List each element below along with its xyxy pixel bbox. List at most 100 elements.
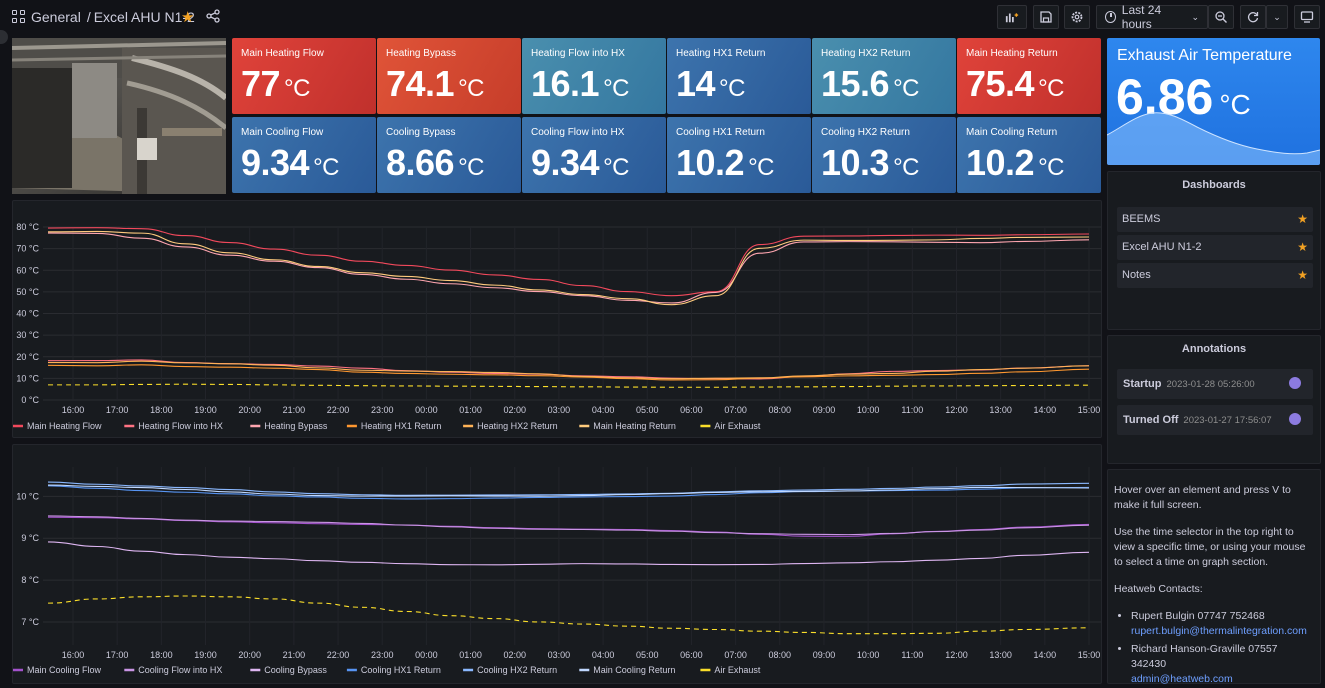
dashboard-link-notes[interactable]: Notes ★ (1117, 263, 1313, 288)
heating-chart-panel[interactable]: 0 °C 10 °C 20 °C 30 °C 40 °C 50 °C 60 °C 70 °C 8… (12, 200, 1102, 438)
x-tick-label: 19:00 (194, 405, 217, 415)
star-icon[interactable]: ★ (1297, 268, 1308, 282)
stat-value: 10.2 (676, 142, 745, 183)
time-range-picker[interactable]: Last 24 hours ⌄ (1096, 3, 1208, 31)
cooling-temperature-chart[interactable]: 7 °C 8 °C 9 °C 10 °C 16:00 17:00 18:00 19:00 20:… (13, 445, 1103, 685)
x-tick-label: 10:00 (857, 405, 880, 415)
x-tick-label: 08:00 (769, 650, 792, 660)
heating-temperature-chart[interactable]: 0 °C 10 °C 20 °C 30 °C 40 °C 50 °C 60 °C 70 °C 8… (13, 201, 1103, 439)
breadcrumb-separator: / (86, 9, 91, 25)
series-line[interactable] (47, 364, 1090, 381)
stat-main-heating-return[interactable]: Main Heating Return 75.4 °C (957, 38, 1101, 114)
stat-heating-flow-into-hx[interactable]: Heating Flow into HX 16.1 °C (522, 38, 666, 114)
legend-item[interactable]: Heating HX1 Return (346, 421, 442, 431)
star-icon[interactable]: ★ (181, 8, 194, 26)
legend-item[interactable]: Cooling HX2 Return (463, 665, 557, 675)
legend-item[interactable]: Air Exhaust (700, 421, 761, 431)
refresh-interval-dropdown[interactable]: ⌄ (1266, 5, 1288, 29)
legend-item[interactable]: Cooling HX1 Return (346, 665, 441, 675)
exhaust-air-temperature-stat[interactable]: Exhaust Air Temperature 6.86 °C (1107, 38, 1320, 165)
series-line[interactable] (47, 383, 1090, 388)
clock-icon (1105, 11, 1116, 23)
annotation-label: Turned Off (1123, 414, 1179, 426)
series-line[interactable] (47, 360, 1090, 380)
legend-item[interactable]: Main Heating Return (579, 421, 676, 431)
y-tick-label: 40 °C (16, 309, 39, 319)
share-icon[interactable] (206, 9, 220, 23)
legend-label: Heating HX1 Return (361, 421, 442, 431)
legend-item[interactable]: Main Cooling Return (579, 665, 675, 675)
contact-name: Richard Hanson-Graville 07557 342430 (1131, 643, 1278, 670)
x-tick-label: 03:00 (548, 650, 571, 660)
star-icon[interactable]: ★ (1297, 240, 1308, 254)
legend-label: Main Cooling Flow (27, 665, 102, 675)
annotation-item[interactable]: Turned Off 2023-01-27 17:56:07 (1117, 405, 1313, 435)
stat-heating-hx1-return[interactable]: Heating HX1 Return 14 °C (667, 38, 811, 114)
stat-label: Cooling HX2 Return (821, 127, 910, 138)
stat-cooling-hx1-return[interactable]: Cooling HX1 Return 10.2 °C (667, 117, 811, 193)
series-line[interactable] (47, 232, 1090, 304)
legend-item[interactable]: Heating Flow into HX (124, 421, 223, 431)
dashboard-link-excel-ahu[interactable]: Excel AHU N1-2 ★ (1117, 235, 1313, 260)
series-line[interactable] (47, 595, 1090, 635)
save-button[interactable] (1033, 5, 1059, 29)
legend-label: Cooling HX2 Return (477, 665, 557, 675)
tv-mode-button[interactable] (1294, 5, 1320, 29)
legend-item[interactable]: Cooling Bypass (250, 665, 327, 675)
legend-label: Main Heating Flow (27, 421, 102, 431)
legend-item[interactable]: Heating HX2 Return (463, 421, 558, 431)
contact-email-link[interactable]: rupert.bulgin@thermalintegration.com (1131, 624, 1314, 639)
refresh-button[interactable] (1240, 5, 1266, 29)
x-tick-label: 18:00 (150, 650, 173, 660)
annotation-item[interactable]: Startup 2023-01-28 05:26:00 (1117, 369, 1313, 399)
stat-heating-hx2-return[interactable]: Heating HX2 Return 15.6 °C (812, 38, 956, 114)
series-line[interactable] (47, 227, 1090, 297)
x-tick-label: 04:00 (592, 650, 615, 660)
legend-item[interactable]: Heating Bypass (250, 421, 328, 431)
x-tick-label: 07:00 (724, 650, 747, 660)
legend-item[interactable]: Main Cooling Flow (13, 665, 102, 675)
stat-value: 16.1 (531, 63, 600, 104)
stat-unit: °C (893, 154, 920, 181)
x-tick-label: 05:00 (636, 405, 659, 415)
y-tick-label: 70 °C (16, 244, 39, 254)
x-tick-label: 20:00 (238, 650, 261, 660)
add-panel-button[interactable] (997, 5, 1027, 29)
settings-button[interactable] (1064, 5, 1090, 29)
sidebar-toggle[interactable] (0, 30, 8, 44)
stat-label: Heating Flow into HX (531, 48, 625, 59)
x-tick-label: 20:00 (238, 405, 261, 415)
cooling-chart-panel[interactable]: 7 °C 8 °C 9 °C 10 °C 16:00 17:00 18:00 19:00 20:… (12, 444, 1102, 684)
series-line[interactable] (47, 515, 1090, 536)
star-icon[interactable]: ★ (1297, 212, 1308, 226)
stat-value: 14 (676, 63, 716, 104)
series-line[interactable] (47, 541, 1090, 566)
stat-main-cooling-flow[interactable]: Main Cooling Flow 9.34 °C (232, 117, 376, 193)
legend-item[interactable]: Cooling Flow into HX (124, 665, 222, 675)
x-tick-label: 23:00 (371, 650, 394, 660)
chevron-down-icon: ⌄ (1273, 11, 1281, 22)
chevron-down-icon: ⌄ (1191, 11, 1199, 22)
stat-cooling-flow-into-hx[interactable]: Cooling Flow into HX 9.34 °C (522, 117, 666, 193)
apps-icon[interactable] (12, 10, 25, 23)
y-tick-label: 10 °C (16, 491, 39, 501)
legend-item[interactable]: Air Exhaust (700, 665, 761, 675)
breadcrumb-folder[interactable]: General (31, 9, 81, 25)
stat-label: Main Heating Return (966, 48, 1058, 59)
breadcrumb-dashboard[interactable]: Excel AHU N1-2 (94, 9, 195, 25)
contact-email-link[interactable]: admin@heatweb.com (1131, 672, 1314, 687)
add-panel-icon (1005, 13, 1019, 23)
stat-cooling-bypass[interactable]: Cooling Bypass 8.66 °C (377, 117, 521, 193)
stat-main-cooling-return[interactable]: Main Cooling Return 10.2 °C (957, 117, 1101, 193)
stat-cooling-hx2-return[interactable]: Cooling HX2 Return 10.3 °C (812, 117, 956, 193)
stat-main-heating-flow[interactable]: Main Heating Flow 77 °C (232, 38, 376, 114)
stat-heating-bypass[interactable]: Heating Bypass 74.1 °C (377, 38, 521, 114)
dashboard-link-label: BEEMS (1122, 213, 1161, 225)
zoom-out-button[interactable] (1208, 5, 1234, 29)
x-tick-label: 19:00 (194, 650, 217, 660)
y-tick-label: 10 °C (16, 373, 39, 383)
stat-label: Cooling Bypass (386, 127, 456, 138)
refresh-icon (1247, 12, 1259, 23)
dashboard-link-beems[interactable]: BEEMS ★ (1117, 207, 1313, 232)
legend-item[interactable]: Main Heating Flow (13, 421, 102, 431)
